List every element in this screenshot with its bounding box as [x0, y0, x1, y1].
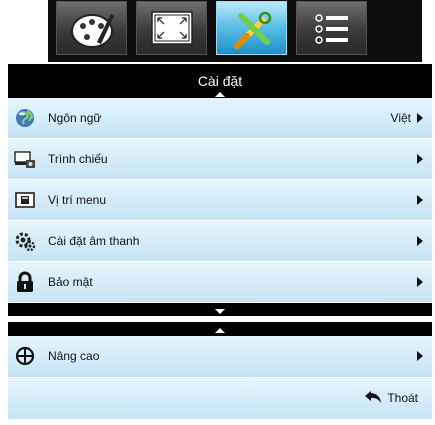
menu-item-label: Bảo mật	[48, 275, 93, 289]
palette-icon	[71, 14, 114, 48]
projection-icon	[14, 151, 35, 168]
tab-options[interactable]	[296, 1, 367, 55]
chevron-right-icon	[417, 113, 423, 123]
menu-position-icon	[15, 192, 35, 208]
menu-item-advanced[interactable]: Nâng cao	[8, 336, 432, 378]
list-options-icon	[315, 14, 348, 44]
exit-button[interactable]: Thoát	[387, 378, 418, 419]
chevron-right-icon	[417, 236, 423, 246]
settings-list: Ngôn ngữ Việt Trình chiếu Vị trí menu Cà…	[8, 98, 432, 303]
menu-item-label: Ngôn ngữ	[48, 111, 102, 125]
menu-item-label: Vị trí menu	[48, 193, 107, 207]
chevron-right-icon	[417, 195, 423, 205]
screen-corners-icon	[151, 11, 193, 45]
lock-icon	[17, 271, 33, 292]
settings-panel: Cài đặt Ngôn ngữ Việt Trình chiếu Vị trí…	[8, 64, 432, 316]
scroll-down-icon[interactable]	[215, 309, 225, 314]
scroll-up-icon[interactable]	[215, 328, 225, 333]
tab-settings[interactable]	[216, 1, 287, 55]
menu-item-menu-position[interactable]: Vị trí menu	[8, 180, 432, 221]
menu-item-label: Nâng cao	[48, 349, 100, 363]
return-arrow-icon	[365, 391, 381, 403]
plus-circle-icon	[15, 346, 35, 366]
menu-item-projection[interactable]: Trình chiếu	[8, 139, 432, 180]
menu-item-label: Trình chiếu	[48, 152, 108, 166]
tools-icon	[234, 11, 272, 49]
chevron-right-icon	[417, 154, 423, 164]
chevron-right-icon	[417, 351, 423, 361]
tab-display[interactable]	[136, 1, 207, 55]
menu-item-language[interactable]: Ngôn ngữ Việt	[8, 98, 432, 139]
menu-item-audio-settings[interactable]: Cài đặt âm thanh	[8, 221, 432, 262]
exit-row: Thoát	[8, 378, 432, 419]
tab-bar	[0, 0, 435, 64]
advanced-panel: Nâng cao Thoát	[8, 322, 432, 419]
menu-item-label: Cài đặt âm thanh	[48, 234, 140, 248]
advanced-list: Nâng cao	[8, 336, 432, 378]
audio-settings-icon	[15, 232, 36, 252]
globe-icon	[16, 109, 34, 127]
menu-item-security[interactable]: Bảo mật	[8, 262, 432, 303]
menu-item-value: Việt	[390, 111, 411, 125]
chevron-right-icon	[417, 277, 423, 287]
scroll-up-icon[interactable]	[215, 92, 225, 97]
tab-image-settings[interactable]	[56, 1, 127, 55]
